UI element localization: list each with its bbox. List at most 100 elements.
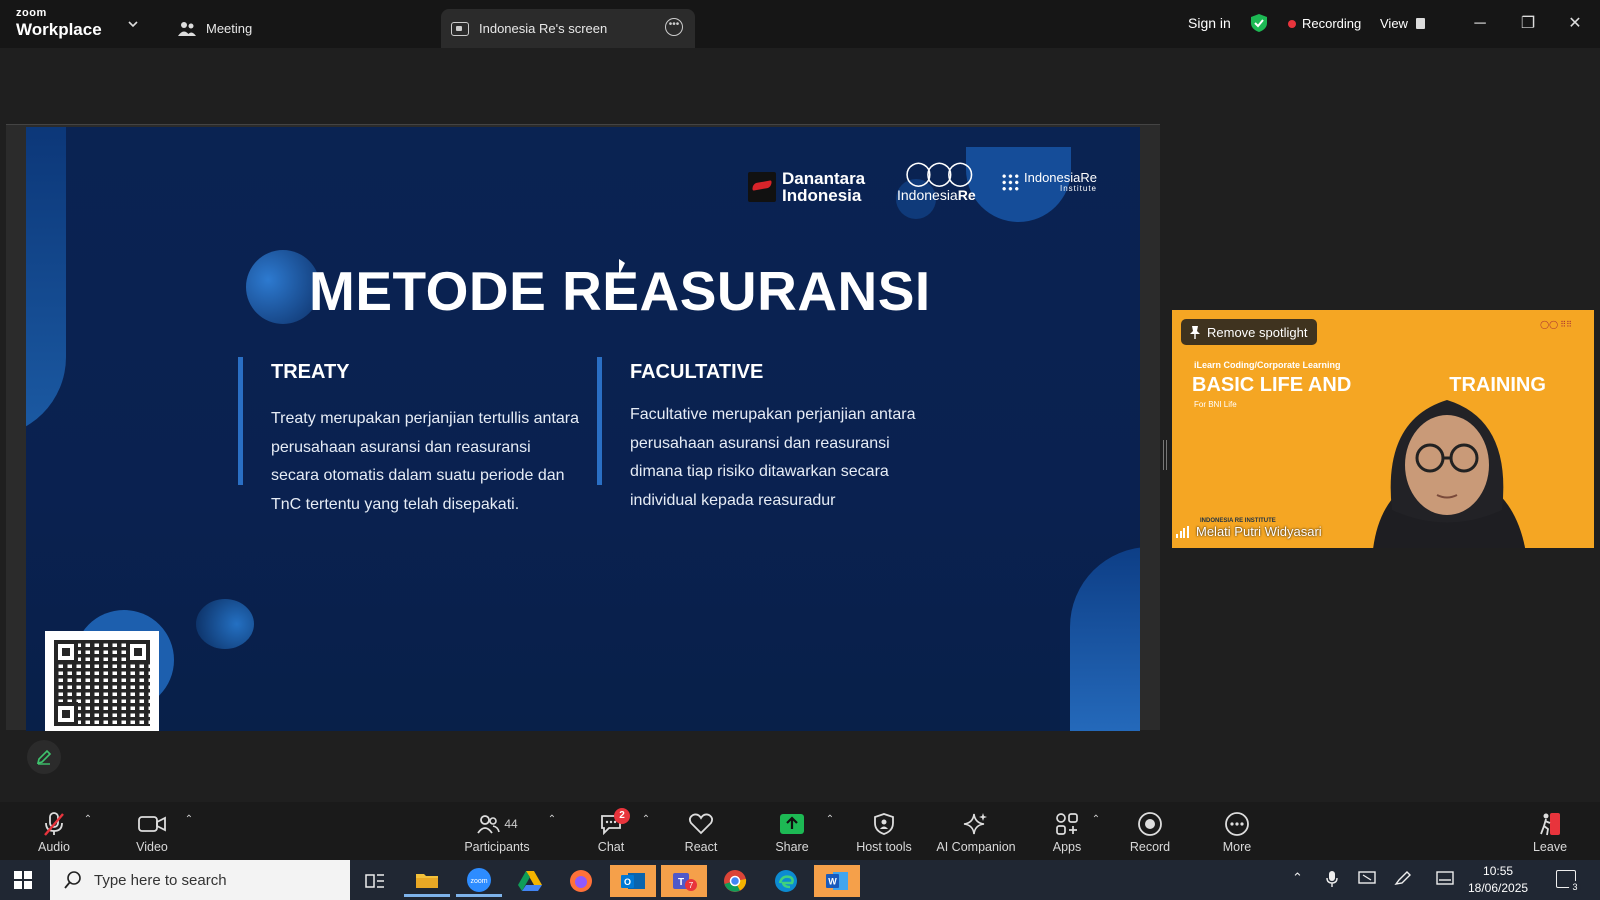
search-icon: [64, 871, 81, 889]
share-screen-icon: [780, 814, 804, 834]
zoom-workplace-logo[interactable]: zoom Workplace: [16, 8, 102, 39]
chat-label: Chat: [597, 840, 625, 854]
minimize-button[interactable]: ─: [1468, 12, 1492, 36]
decorative-shape: [1070, 547, 1140, 731]
pin-icon: [1190, 326, 1200, 339]
recording-label: Recording: [1302, 16, 1362, 31]
participant-name-tag: Melati Putri Widyasari: [1176, 524, 1322, 539]
background-subtext: For BNI Life: [1194, 400, 1237, 409]
apps-button[interactable]: Apps: [1052, 810, 1082, 854]
taskbar-clock[interactable]: 10:55 18/06/2025: [1468, 863, 1528, 897]
search-placeholder: Type here to search: [94, 871, 227, 889]
google-drive-icon[interactable]: [507, 865, 553, 897]
show-hidden-icons-chevron-icon[interactable]: ⌃: [1292, 870, 1303, 886]
tab-meeting[interactable]: Meeting: [178, 9, 252, 48]
notification-center-icon[interactable]: 3: [1556, 870, 1581, 893]
restore-button[interactable]: ❐: [1516, 12, 1540, 36]
dot-grid-icon: [1001, 172, 1020, 192]
word-icon[interactable]: W: [814, 865, 860, 897]
more-options-icon[interactable]: •••: [665, 18, 683, 36]
tab-shared-screen[interactable]: Indonesia Re's screen •••: [441, 9, 695, 48]
background-text: iLearn Coding/Corporate Learning: [1194, 360, 1341, 370]
ai-companion-button[interactable]: AI Companion: [934, 810, 1018, 854]
chat-button[interactable]: 2 Chat: [596, 808, 630, 854]
clock-time: 10:55: [1483, 864, 1514, 878]
apps-label: Apps: [1052, 840, 1082, 854]
chat-unread-badge: 2: [614, 808, 630, 824]
zoom-app-icon[interactable]: zoom: [456, 865, 502, 897]
qr-pattern: [54, 640, 150, 726]
qr-finder: [54, 640, 78, 664]
split-divider-handle[interactable]: [1163, 440, 1167, 470]
indonesiare-logo: ◯◯◯ IndonesiaRe: [897, 161, 976, 204]
file-explorer-icon[interactable]: [404, 865, 450, 897]
indonesiare-institute-logo: IndonesiaRe Institute: [1001, 171, 1097, 193]
outlook-icon[interactable]: O: [610, 865, 656, 897]
share-button[interactable]: Share: [774, 810, 810, 854]
institute-line1: IndonesiaRe: [1024, 170, 1097, 185]
taskbar-search-box[interactable]: Type here to search: [50, 860, 350, 900]
task-view-icon[interactable]: [352, 865, 398, 897]
chevron-down-icon[interactable]: [126, 17, 140, 31]
video-options-chevron-icon[interactable]: ⌃: [183, 814, 195, 826]
shield-icon: [874, 813, 894, 835]
danantara-mark-icon: [748, 172, 776, 202]
chrome-icon[interactable]: [712, 865, 758, 897]
apps-options-chevron-icon[interactable]: ⌃: [1090, 814, 1102, 826]
share-label: Share: [775, 840, 809, 854]
audio-label: Audio: [38, 840, 70, 854]
more-button[interactable]: More: [1220, 810, 1254, 854]
participant-video: [1373, 400, 1526, 548]
tab-meeting-label: Meeting: [206, 21, 253, 36]
record-button[interactable]: Record: [1128, 810, 1172, 854]
view-layout-icon: [1415, 18, 1425, 29]
firefox-icon[interactable]: [558, 865, 604, 897]
security-shield-icon[interactable]: [1250, 13, 1268, 33]
annotate-button[interactable]: [27, 740, 61, 774]
view-button[interactable]: View: [1380, 16, 1425, 31]
participants-icon: [477, 815, 501, 834]
decorative-circle: [196, 599, 254, 649]
windows-taskbar: Type here to search zoom O T7 W ⌃ 10:55 …: [0, 860, 1600, 900]
record-label: Record: [1129, 840, 1171, 854]
participants-label: Participants: [464, 840, 530, 854]
ai-companion-label: AI Companion: [936, 840, 1016, 854]
remove-spotlight-button[interactable]: Remove spotlight: [1181, 319, 1318, 345]
treaty-column: TREATY Treaty merupakan perjanjian tertu…: [238, 357, 579, 513]
video-label: Video: [136, 840, 168, 854]
title-bar: zoom Workplace Meeting Indonesia Re's sc…: [0, 0, 1600, 48]
column-heading: FACULTATIVE: [630, 361, 764, 383]
edge-icon[interactable]: [763, 865, 809, 897]
windows-start-icon[interactable]: [14, 871, 32, 889]
sign-in-link[interactable]: Sign in: [1188, 15, 1231, 31]
video-button[interactable]: Video: [130, 810, 174, 854]
recording-indicator[interactable]: Recording: [1288, 16, 1361, 31]
leave-door-icon: [1540, 813, 1560, 836]
participants-button[interactable]: 44 Participants: [462, 810, 532, 854]
speaker-video-tile[interactable]: ◯◯ ⠿⠿ iLearn Coding/Corporate Learning B…: [1172, 310, 1594, 548]
record-icon: [1138, 812, 1162, 836]
audio-options-chevron-icon[interactable]: ⌃: [82, 814, 94, 826]
shared-slide: Danantara Indonesia ◯◯◯ IndonesiaRe Indo…: [26, 127, 1140, 731]
teams-icon[interactable]: T7: [661, 865, 707, 897]
tray-pen-icon[interactable]: [1394, 870, 1412, 889]
video-camera-icon: [138, 816, 166, 832]
clock-date: 18/06/2025: [1468, 881, 1529, 895]
react-button[interactable]: React: [684, 810, 718, 854]
tray-microphone-icon[interactable]: [1326, 870, 1338, 891]
share-options-chevron-icon[interactable]: ⌃: [824, 814, 836, 826]
chat-options-chevron-icon[interactable]: ⌃: [640, 814, 652, 826]
facultative-column: FACULTATIVE Facultative merupakan perjan…: [597, 357, 916, 509]
participants-options-chevron-icon[interactable]: ⌃: [546, 814, 558, 826]
leave-label: Leave: [1532, 840, 1568, 854]
column-body: Treaty merupakan perjanjian tertullis an…: [271, 410, 580, 513]
tray-keyboard-icon[interactable]: [1436, 870, 1454, 889]
tray-screen-icon[interactable]: [1358, 870, 1376, 889]
host-tools-button[interactable]: Host tools: [852, 810, 916, 854]
teams-badge: 7: [689, 881, 694, 890]
audio-button[interactable]: Audio: [34, 810, 74, 854]
leave-button[interactable]: Leave: [1532, 810, 1568, 854]
column-body: Facultative merupakan perjanjian antara …: [630, 406, 916, 509]
close-button[interactable]: ✕: [1563, 12, 1587, 36]
people-icon: [178, 21, 196, 36]
